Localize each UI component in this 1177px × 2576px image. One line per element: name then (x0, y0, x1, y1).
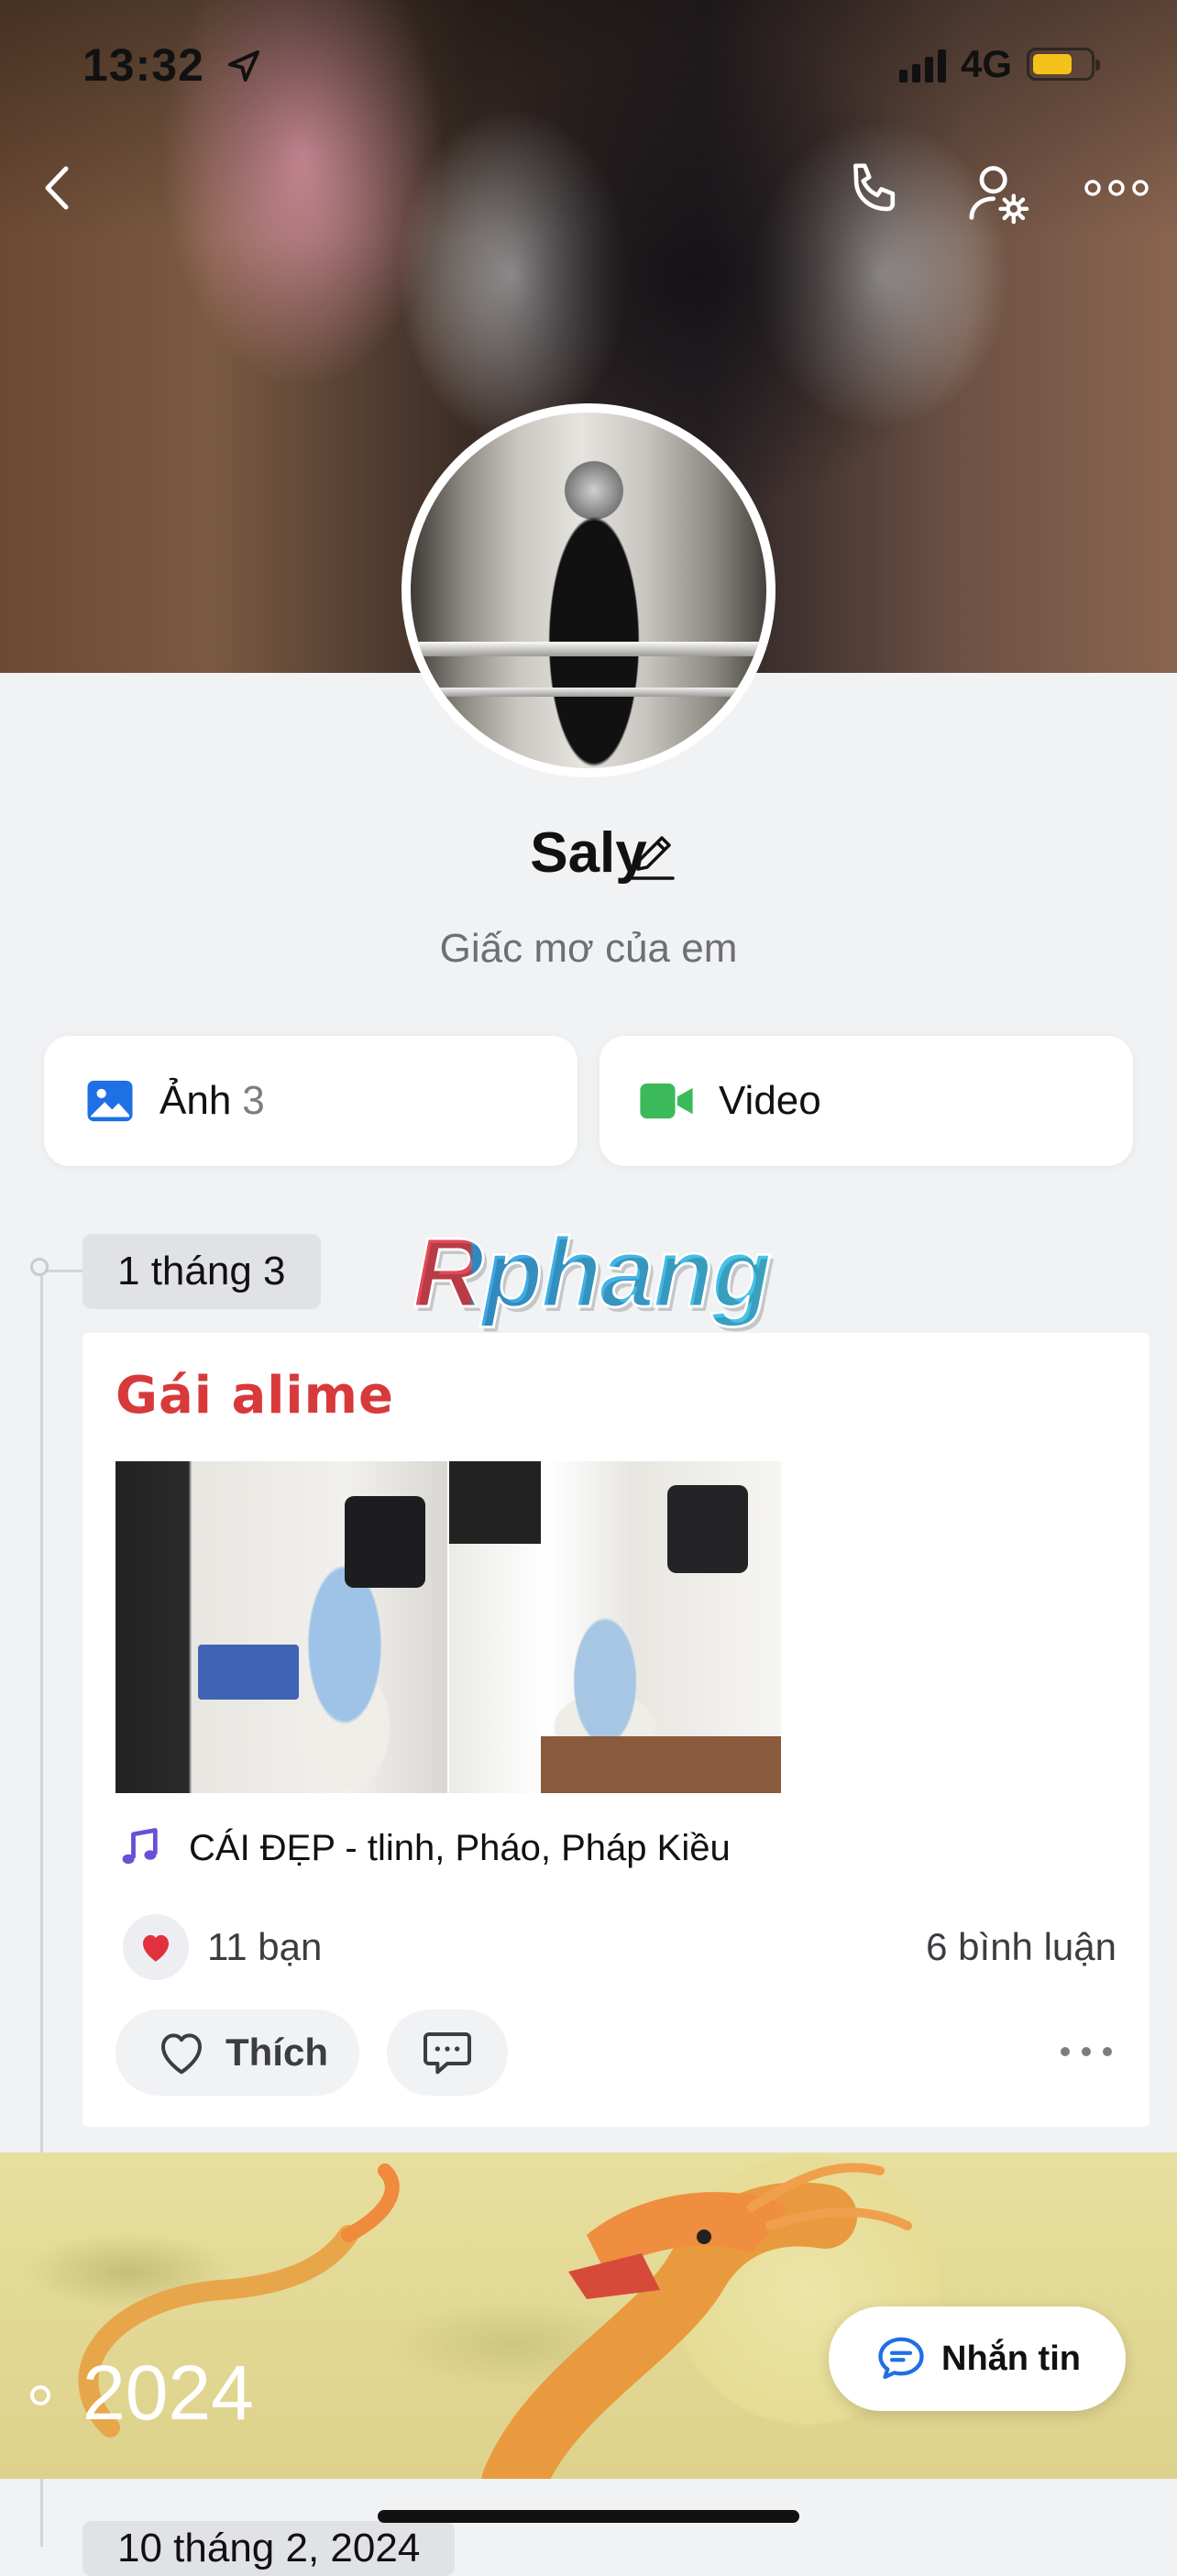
music-note-icon (122, 1828, 158, 1865)
image-icon (87, 1080, 133, 1122)
phone-icon[interactable] (842, 156, 909, 224)
video-label: Video (719, 1078, 821, 1123)
message-button[interactable]: Nhắn tin (829, 2306, 1126, 2411)
post-photo[interactable] (449, 1461, 781, 1793)
edit-icon[interactable] (627, 827, 678, 886)
reaction-count[interactable]: 11 bạn (207, 1925, 322, 1969)
photo-detail (667, 1485, 748, 1573)
year-label: 2024 (82, 2350, 254, 2436)
network-label: 4G (960, 42, 1012, 85)
photo-detail (198, 1645, 299, 1700)
heart-icon (143, 1934, 169, 1962)
comment-icon (424, 2032, 471, 2075)
post-title: Gái alime (116, 1366, 394, 1426)
more-icon[interactable] (1080, 165, 1153, 211)
post-photo[interactable] (116, 1461, 447, 1793)
profile-settings-icon[interactable] (964, 160, 1034, 229)
chat-icon (878, 2337, 924, 2380)
photo-detail (449, 1461, 541, 1544)
watermark: Rphang (412, 1216, 774, 1329)
battery-icon (1027, 48, 1100, 81)
location-arrow-icon (227, 50, 259, 82)
home-indicator[interactable] (378, 2510, 799, 2523)
profile-name: Saly (530, 821, 647, 885)
reaction-badge[interactable] (123, 1914, 189, 1980)
back-icon[interactable] (26, 156, 90, 220)
status-time: 13:32 (82, 39, 262, 92)
video-button[interactable]: Video (600, 1036, 1133, 1166)
post-more-icon[interactable] (1054, 2035, 1118, 2068)
timeline-dot (30, 2385, 50, 2405)
comment-button[interactable] (387, 2009, 508, 2096)
photo-detail (541, 1736, 781, 1793)
avatar-detail (411, 688, 766, 697)
photos-count: 3 (242, 1078, 265, 1123)
like-label: Thích (226, 2031, 328, 2074)
timeline-tick (46, 1270, 84, 1272)
comment-count[interactable]: 6 bình luận (926, 1925, 1116, 1969)
heart-outline-icon (161, 2033, 202, 2075)
avatar-detail (411, 642, 766, 656)
post-music[interactable]: CÁI ĐẸP - tlinh, Pháo, Pháp Kiều (116, 1824, 731, 1872)
date-chip: 1 tháng 3 (82, 1234, 321, 1309)
status-indicators: 4G (898, 42, 1100, 86)
photos-button[interactable]: Ảnh 3 (44, 1036, 578, 1166)
video-camera-icon (640, 1083, 693, 1119)
like-button[interactable]: Thích (116, 2009, 359, 2096)
music-title: CÁI ĐẸP - tlinh, Pháo, Pháp Kiều (189, 1827, 731, 1868)
photo-detail (345, 1496, 425, 1588)
message-label: Nhắn tin (941, 2339, 1081, 2378)
date-chip: 10 tháng 2, 2024 (82, 2521, 456, 2576)
avatar[interactable] (402, 403, 776, 777)
photos-label: Ảnh (160, 1078, 232, 1123)
profile-bio: Giấc mơ của em (439, 926, 738, 971)
signal-icon (898, 46, 946, 83)
timeline-dot (30, 1258, 49, 1276)
